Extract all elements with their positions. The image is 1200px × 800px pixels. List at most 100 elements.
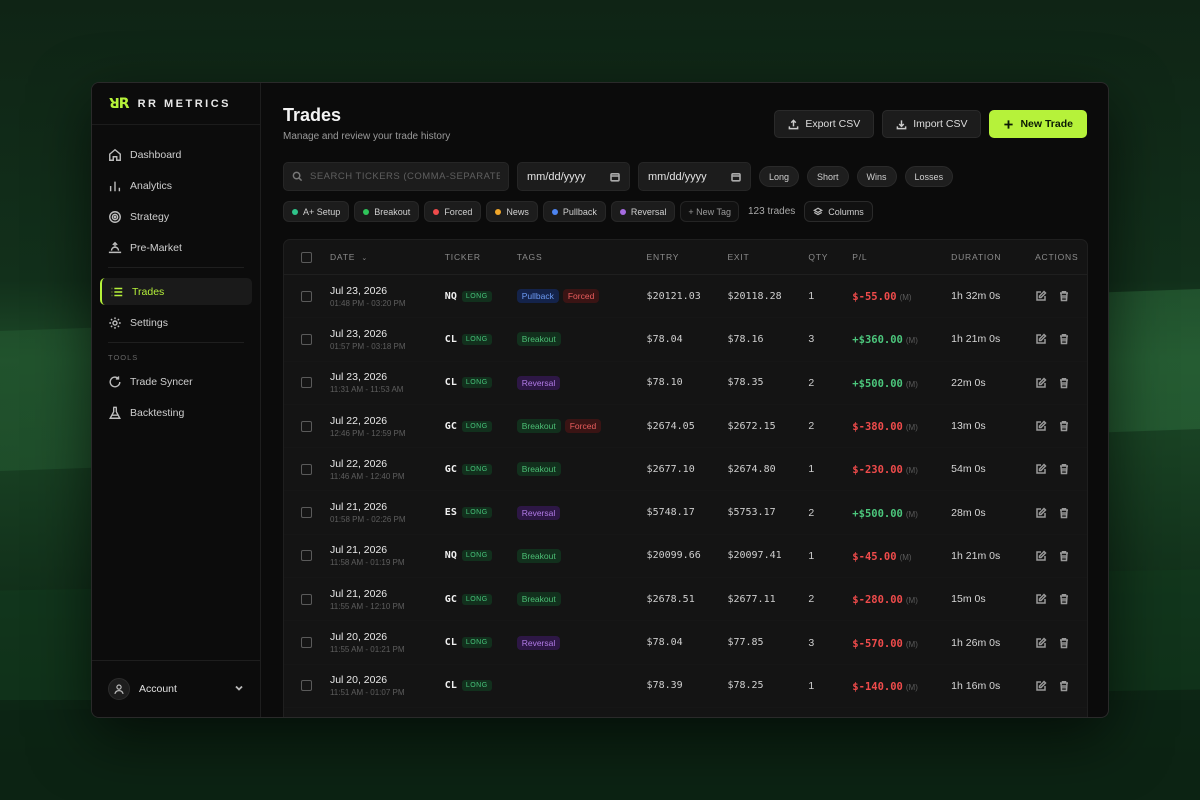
table-row[interactable]: Jul 20, 2026 bbox=[284, 708, 1087, 717]
trash-icon[interactable] bbox=[1058, 333, 1070, 345]
edit-icon[interactable] bbox=[1035, 680, 1047, 692]
table-row[interactable]: Jul 21, 2026 11:55 AM - 12:10 PM GC LONG Bre… bbox=[284, 578, 1087, 622]
table-row[interactable]: Jul 23, 2026 01:57 PM - 03:18 PM CL LONG Bre… bbox=[284, 318, 1087, 362]
trades-table: DATE ⌄ TICKER TAGS ENTRY EXIT QTY P/L DU… bbox=[283, 239, 1088, 717]
date-from-input[interactable]: mm/dd/yyyy bbox=[517, 162, 630, 191]
quantity: 1 bbox=[808, 679, 815, 692]
duration: 15m 0s bbox=[951, 593, 986, 606]
tag-filter-pullback[interactable]: Pullback bbox=[542, 201, 606, 222]
tag-filter-breakout[interactable]: Breakout bbox=[354, 201, 420, 222]
header-exit: EXIT bbox=[727, 252, 750, 262]
actions-cell bbox=[1035, 333, 1087, 345]
entry-price: $5748.17 bbox=[646, 507, 695, 519]
header-ticker: TICKER bbox=[444, 252, 481, 262]
edit-icon[interactable] bbox=[1035, 636, 1047, 649]
import-csv-button[interactable]: Import CSV bbox=[882, 110, 982, 138]
row-checkbox[interactable] bbox=[301, 680, 313, 692]
row-checkbox[interactable] bbox=[301, 463, 313, 475]
select-all-checkbox[interactable] bbox=[301, 251, 313, 263]
table-row[interactable]: Jul 21, 2026 11:58 AM - 01:19 PM NQ LONG Bre… bbox=[284, 535, 1087, 579]
columns-button[interactable]: Columns bbox=[804, 201, 873, 222]
edit-icon[interactable] bbox=[1035, 420, 1047, 432]
side-badge: LONG bbox=[461, 637, 492, 649]
edit-icon[interactable] bbox=[1035, 290, 1047, 302]
trash-icon[interactable] bbox=[1058, 507, 1070, 519]
table-row[interactable]: Jul 23, 2026 11:31 AM - 11:53 AM CL LONG Rev… bbox=[284, 362, 1087, 405]
row-checkbox[interactable] bbox=[301, 637, 313, 649]
table-row[interactable]: Jul 23, 2026 01:48 PM - 03:20 PM NQ LONG Pul… bbox=[284, 275, 1087, 319]
sidebar-item-settings[interactable]: Settings bbox=[100, 309, 252, 336]
row-checkbox[interactable] bbox=[301, 550, 313, 562]
row-checkbox[interactable] bbox=[301, 420, 313, 432]
quantity: 3 bbox=[808, 333, 815, 346]
pl-cell: $-45.00 (M) bbox=[852, 547, 951, 565]
pl-cell: $-55.00 (M) bbox=[852, 287, 951, 305]
trash-icon[interactable] bbox=[1058, 637, 1070, 649]
row-checkbox[interactable] bbox=[301, 290, 313, 302]
new-tag-button[interactable]: + New Tag bbox=[680, 201, 739, 222]
filter-long[interactable]: Long bbox=[759, 166, 800, 187]
tag-filter-label: A+ Setup bbox=[303, 206, 341, 217]
export-csv-button[interactable]: Export CSV bbox=[774, 110, 875, 138]
tag-color-dot bbox=[551, 208, 558, 215]
trash-icon[interactable] bbox=[1058, 680, 1070, 692]
row-checkbox[interactable] bbox=[301, 333, 313, 345]
trash-icon[interactable] bbox=[1058, 290, 1070, 302]
filter-wins[interactable]: Wins bbox=[856, 166, 897, 187]
table-row[interactable]: Jul 21, 2026 01:58 PM - 02:26 PM ES LONG Rev… bbox=[284, 491, 1087, 535]
sunrise-icon bbox=[108, 241, 122, 255]
sidebar-item-dashboard[interactable]: Dashboard bbox=[100, 141, 252, 168]
row-checkbox[interactable] bbox=[301, 507, 313, 519]
search-input[interactable] bbox=[310, 171, 500, 182]
trash-icon[interactable] bbox=[1058, 550, 1070, 562]
date-cell: Jul 20, 2026 11:51 AM - 01:07 PM bbox=[330, 674, 445, 697]
account-menu[interactable]: Account bbox=[92, 660, 260, 717]
ticker-symbol: CL bbox=[444, 680, 457, 692]
trash-icon[interactable] bbox=[1058, 377, 1070, 389]
tag-filter-news[interactable]: News bbox=[486, 201, 538, 222]
ticker-cell: GC LONG bbox=[445, 463, 517, 475]
table-row[interactable]: Jul 22, 2026 11:46 AM - 12:40 PM GC LONG Bre… bbox=[284, 448, 1087, 492]
actions-cell bbox=[1035, 550, 1087, 562]
filter-losses[interactable]: Losses bbox=[904, 166, 954, 187]
layers-icon bbox=[813, 207, 824, 215]
filter-short[interactable]: Short bbox=[807, 166, 849, 187]
edit-icon[interactable] bbox=[1035, 507, 1047, 519]
row-checkbox[interactable] bbox=[301, 593, 313, 605]
edit-icon[interactable] bbox=[1035, 333, 1047, 345]
sidebar-item-pre-market[interactable]: Pre-Market bbox=[100, 234, 252, 261]
sidebar-item-backtesting[interactable]: Backtesting bbox=[100, 399, 252, 426]
tag-filter-reversal[interactable]: Reversal bbox=[610, 201, 676, 222]
actions-cell bbox=[1035, 593, 1087, 605]
table-row[interactable]: Jul 20, 2026 11:55 AM - 01:21 PM CL LONG Rev… bbox=[284, 621, 1087, 665]
new-trade-button[interactable]: New Trade bbox=[989, 110, 1087, 138]
download-icon bbox=[896, 119, 907, 129]
header-date[interactable]: DATE ⌄ bbox=[330, 252, 445, 262]
sidebar-item-strategy[interactable]: Strategy bbox=[100, 203, 252, 230]
trash-icon[interactable] bbox=[1058, 420, 1070, 432]
table-row[interactable]: Jul 22, 2026 12:46 PM - 12:59 PM GC LONG Bre… bbox=[284, 405, 1087, 449]
sidebar-item-trade-syncer[interactable]: Trade Syncer bbox=[100, 368, 252, 395]
edit-icon[interactable] bbox=[1035, 550, 1047, 562]
side-badge: LONG bbox=[461, 550, 492, 562]
pl-cell: $-280.00 (M) bbox=[852, 590, 951, 608]
quantity: 1 bbox=[808, 549, 815, 562]
tag-filter-a-setup[interactable]: A+ Setup bbox=[283, 201, 350, 222]
export-csv-label: Export CSV bbox=[805, 118, 861, 130]
sidebar-item-analytics[interactable]: Analytics bbox=[100, 172, 252, 199]
sidebar-item-trades[interactable]: Trades bbox=[100, 278, 252, 305]
brand: ꓤR RR METRICS bbox=[92, 83, 260, 125]
table-row[interactable]: Jul 20, 2026 11:51 AM - 01:07 PM CL LONG $78… bbox=[284, 665, 1087, 708]
edit-icon[interactable] bbox=[1035, 593, 1047, 605]
trash-icon[interactable] bbox=[1058, 463, 1070, 475]
trade-time-range: 11:31 AM - 11:53 AM bbox=[329, 385, 404, 395]
edit-icon[interactable] bbox=[1035, 463, 1047, 475]
tag-filter-forced[interactable]: Forced bbox=[424, 201, 482, 222]
trash-icon[interactable] bbox=[1058, 593, 1070, 605]
row-checkbox[interactable] bbox=[301, 377, 313, 389]
date-to-input[interactable]: mm/dd/yyyy bbox=[638, 162, 751, 191]
pl-cell: $-140.00 (M) bbox=[852, 677, 951, 695]
edit-icon[interactable] bbox=[1035, 377, 1047, 389]
pl-value: +$360.00 bbox=[852, 334, 903, 347]
sidebar-item-label: Backtesting bbox=[130, 406, 185, 419]
